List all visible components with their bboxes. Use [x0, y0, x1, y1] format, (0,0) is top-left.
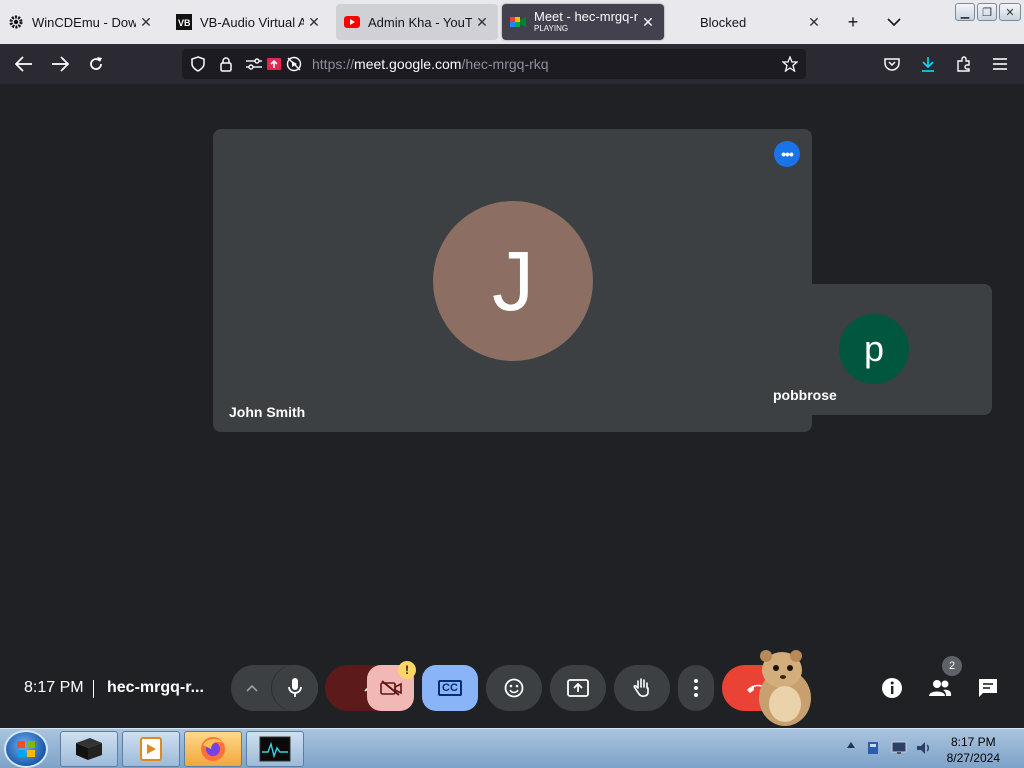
black-box-icon: [76, 738, 102, 760]
reactions-button[interactable]: [486, 665, 542, 711]
menu-hamburger-icon[interactable]: [990, 54, 1010, 74]
taskbar-app-box[interactable]: [60, 731, 118, 767]
captions-button[interactable]: CC: [422, 665, 478, 711]
maximize-button[interactable]: ❐: [977, 3, 997, 21]
windows-logo-icon: [17, 741, 35, 757]
url-bar[interactable]: https://meet.google.com/hec-mrgq-rkq: [182, 49, 806, 79]
meeting-info-icon[interactable]: [879, 675, 905, 701]
minimize-button[interactable]: ▁: [955, 3, 975, 21]
avatar: p: [839, 314, 909, 384]
camera-warning-badge: !: [398, 661, 416, 679]
tab-close-icon[interactable]: ✕: [638, 12, 658, 32]
taskbar-app-firefox[interactable]: [184, 731, 242, 767]
emoji-icon: [504, 678, 524, 698]
more-vert-icon: [694, 679, 698, 697]
tab-close-icon[interactable]: ✕: [472, 12, 492, 32]
tab-close-icon[interactable]: ✕: [804, 12, 824, 32]
audio-options-chevron-icon[interactable]: [232, 684, 272, 692]
hand-icon: [633, 678, 649, 697]
mic-control-group: [231, 665, 318, 711]
meet-icon: [510, 14, 526, 30]
screen-share-indicator-icon[interactable]: [264, 54, 284, 74]
taskbar-app-media[interactable]: [122, 731, 180, 767]
shield-icon[interactable]: [188, 54, 208, 74]
bookmark-star-icon[interactable]: [780, 54, 800, 74]
tab-title: WinCDEmu - Downl: [32, 14, 136, 30]
tab-title: Admin Kha - YouTu: [368, 14, 472, 30]
svg-text:VB: VB: [178, 18, 191, 28]
resource-monitor-icon: [259, 736, 291, 762]
forward-arrow-icon[interactable]: [50, 54, 70, 74]
system-time: 8:17 PM: [950, 735, 996, 749]
tray-app-icon[interactable]: [866, 741, 880, 755]
tab-title: Meet - hec-mrgq-rkq: [534, 10, 638, 24]
downloads-icon[interactable]: [918, 54, 938, 74]
chat-icon[interactable]: [975, 675, 1001, 701]
taskbar-app-monitor[interactable]: [246, 731, 304, 767]
new-tab-button[interactable]: +: [843, 12, 863, 32]
tab-playing-label: PLAYING: [534, 24, 569, 33]
people-icon[interactable]: [927, 675, 953, 701]
tab-close-icon[interactable]: ✕: [304, 12, 324, 32]
url-text[interactable]: https://meet.google.com/hec-mrgq-rkq: [312, 56, 549, 72]
participant-tile-self[interactable]: p pobbrose: [757, 284, 992, 415]
tab-vb-audio[interactable]: VB VB-Audio Virtual App ✕: [168, 4, 330, 40]
system-clock[interactable]: 8:17 PM 8/27/2024: [947, 734, 1000, 766]
gear-icon: [8, 14, 24, 30]
navigation-bar: https://meet.google.com/hec-mrgq-rkq: [0, 44, 1024, 84]
firefox-icon: [201, 737, 225, 761]
network-icon[interactable]: [891, 741, 907, 755]
tab-close-icon[interactable]: ✕: [136, 12, 156, 32]
participant-name: John Smith: [229, 404, 306, 420]
back-arrow-icon[interactable]: [14, 54, 34, 74]
extensions-icon[interactable]: [954, 54, 974, 74]
tab-meet[interactable]: Meet - hec-mrgq-rkq PLAYING ✕: [502, 4, 664, 40]
youtube-icon: [344, 14, 360, 30]
tab-wincdemu[interactable]: WinCDEmu - Downl ✕: [0, 4, 162, 40]
avatar: J: [433, 201, 593, 361]
raise-hand-button[interactable]: [614, 665, 670, 711]
meeting-code[interactable]: hec-mrgq-r...: [107, 679, 204, 697]
more-options-button[interactable]: [678, 665, 714, 711]
media-player-icon: [140, 737, 162, 761]
pocket-icon[interactable]: [882, 54, 902, 74]
tab-youtube[interactable]: Admin Kha - YouTu ✕: [336, 4, 498, 40]
permissions-icon[interactable]: [244, 54, 264, 74]
tab-bar: WinCDEmu - Downl ✕ VB VB-Audio Virtual A…: [0, 0, 1024, 44]
tab-blocked[interactable]: Blocked ✕: [668, 4, 830, 40]
present-screen-button[interactable]: [550, 665, 606, 711]
tab-title: Blocked: [700, 14, 747, 30]
show-hidden-icons-icon[interactable]: [846, 741, 860, 755]
meet-stage: J John Smith ••• p pobbrose 8:17 PM hec-…: [0, 84, 1024, 728]
reload-icon[interactable]: [86, 54, 106, 74]
divider: [93, 680, 94, 698]
volume-icon[interactable]: [916, 741, 930, 755]
lock-icon[interactable]: [216, 54, 236, 74]
tab-list-chevron-icon[interactable]: [884, 12, 904, 32]
captions-icon: CC: [438, 680, 462, 696]
system-date: 8/27/2024: [946, 751, 1000, 765]
hamster-sticker: [752, 646, 818, 728]
windows-taskbar: 8:17 PM 8/27/2024: [0, 728, 1024, 768]
url-path: /hec-mrgq-rkq: [461, 56, 549, 72]
present-icon: [567, 679, 589, 697]
participant-tile-john[interactable]: J John Smith •••: [213, 129, 812, 432]
autoplay-blocked-icon[interactable]: [284, 54, 304, 74]
start-button[interactable]: [4, 730, 48, 768]
people-count-badge: 2: [942, 656, 962, 676]
url-prefix: https://: [312, 56, 355, 72]
more-options-button[interactable]: •••: [774, 141, 800, 167]
participant-name: pobbrose: [773, 387, 837, 403]
window-close-button[interactable]: ✕: [999, 3, 1021, 21]
vb-icon: VB: [176, 14, 192, 30]
camera-off-icon: [379, 680, 402, 696]
microphone-icon[interactable]: [271, 665, 318, 711]
tab-title: VB-Audio Virtual App: [200, 14, 304, 30]
meeting-clock: 8:17 PM: [24, 679, 84, 696]
url-host: meet.google.com: [354, 56, 462, 72]
